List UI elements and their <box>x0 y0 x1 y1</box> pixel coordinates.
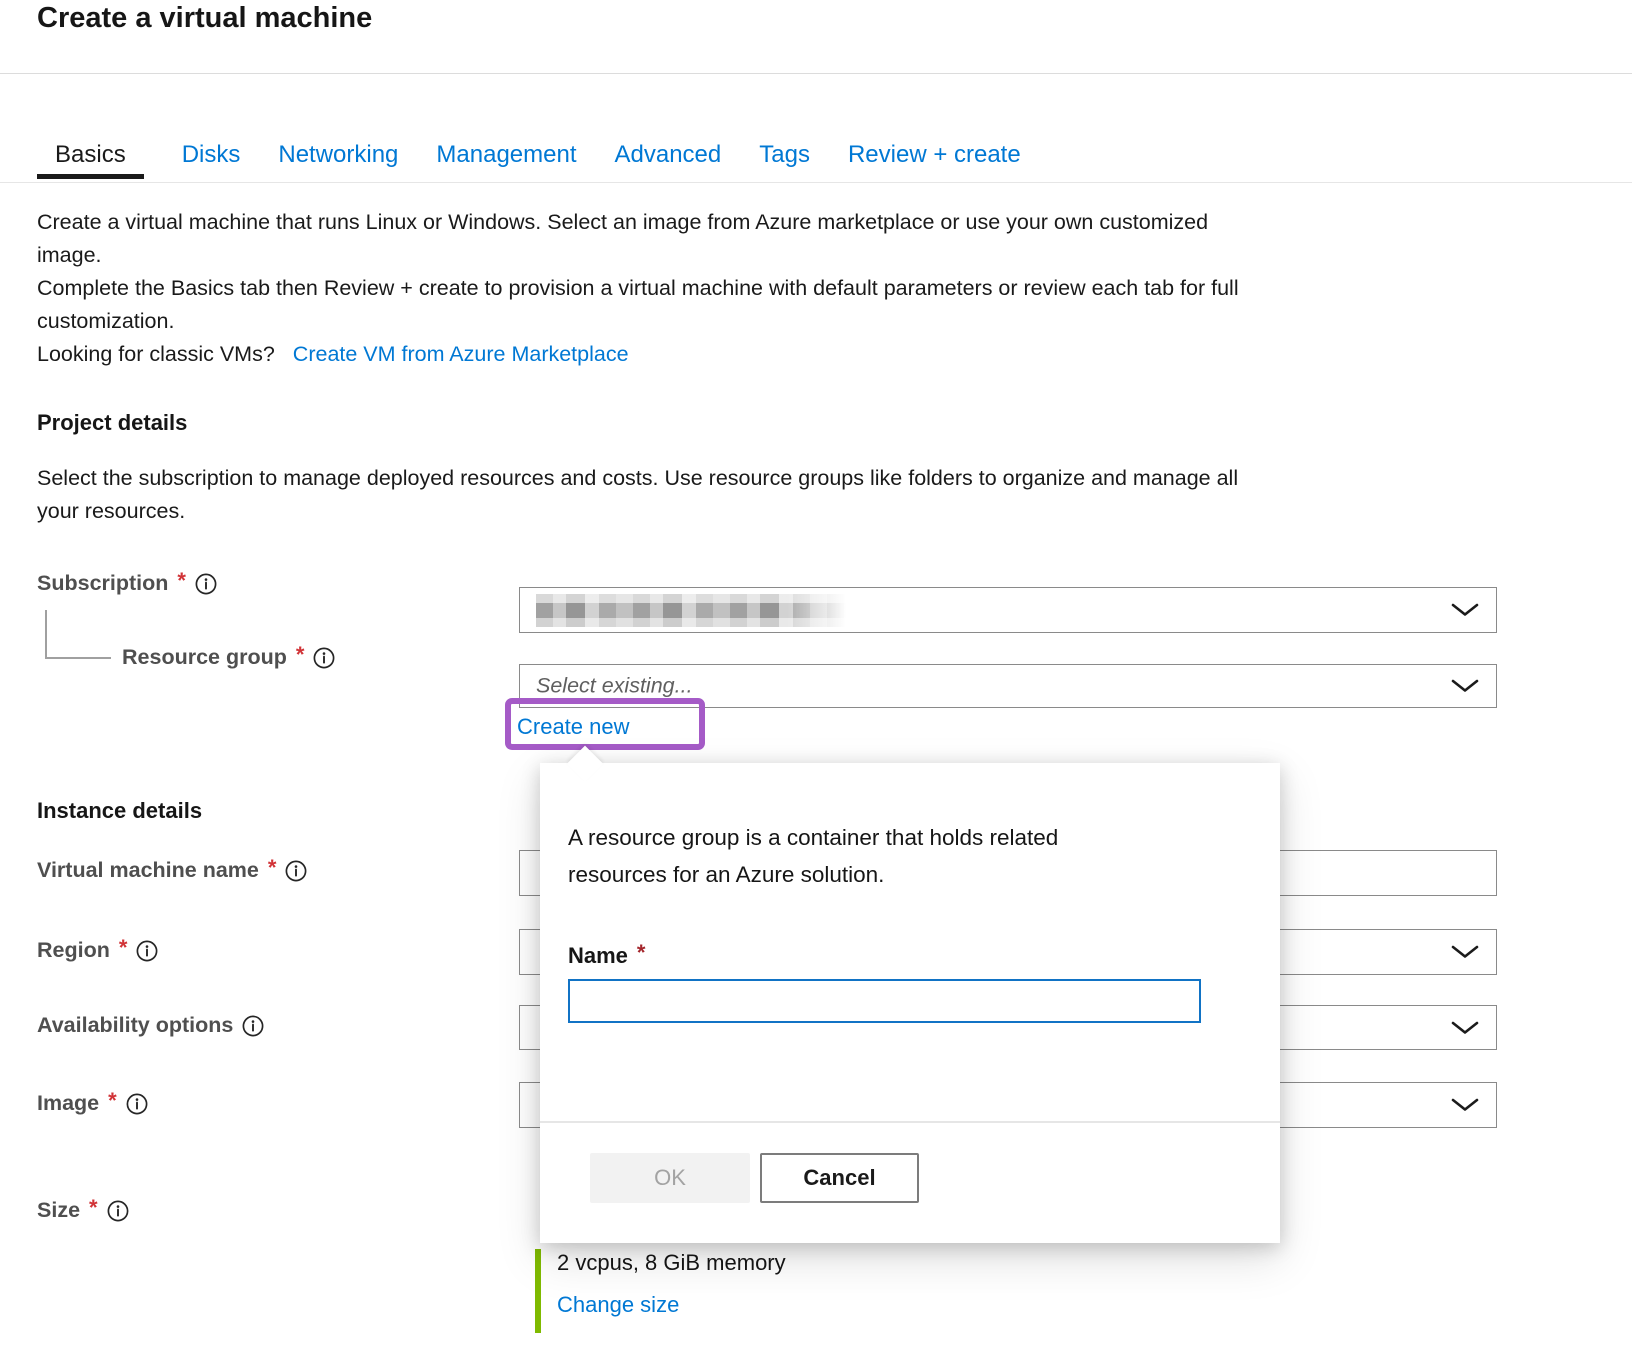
tab-basics[interactable]: Basics <box>37 140 144 170</box>
image-label-row: Image * <box>37 1090 148 1117</box>
size-specs-text: 2 vcpus, 8 GiB memory <box>557 1250 786 1276</box>
annotation-highlight-box <box>505 698 705 750</box>
tab-review-create[interactable]: Review + create <box>848 140 1021 170</box>
hierarchy-connector-vertical <box>45 610 47 658</box>
chevron-down-icon <box>1450 1020 1480 1036</box>
chevron-down-icon <box>1450 1097 1480 1113</box>
header-divider <box>0 73 1632 74</box>
create-vm-marketplace-link[interactable]: Create VM from Azure Marketplace <box>293 342 629 367</box>
required-marker: * <box>637 940 646 966</box>
dialog-name-input[interactable] <box>568 979 1201 1023</box>
required-marker: * <box>119 935 128 961</box>
resource-group-placeholder: Select existing... <box>536 674 693 699</box>
dialog-description: A resource group is a container that hol… <box>568 819 1208 893</box>
info-icon[interactable] <box>285 860 307 882</box>
tab-disks[interactable]: Disks <box>182 140 241 170</box>
image-label: Image <box>37 1091 99 1116</box>
tab-tags[interactable]: Tags <box>759 140 810 170</box>
required-marker: * <box>177 568 186 594</box>
subscription-value-redacted <box>536 594 866 627</box>
info-icon[interactable] <box>313 647 335 669</box>
project-details-description: Select the subscription to manage deploy… <box>37 462 1577 528</box>
vm-name-label-row: Virtual machine name * <box>37 857 307 884</box>
cancel-button[interactable]: Cancel <box>760 1153 919 1203</box>
create-resource-group-dialog: A resource group is a container that hol… <box>540 763 1280 1243</box>
size-selection-accent-bar <box>535 1249 541 1333</box>
project-details-heading: Project details <box>37 410 187 436</box>
dialog-name-label-row: Name * <box>568 943 645 969</box>
info-icon[interactable] <box>107 1200 129 1222</box>
region-label: Region <box>37 938 110 963</box>
create-vm-page: Create a virtual machine Basics Disks Ne… <box>0 0 1632 1368</box>
dialog-name-label: Name <box>568 943 628 969</box>
size-label-row: Size * <box>37 1197 129 1224</box>
required-marker: * <box>89 1195 98 1221</box>
classic-vms-row: Looking for classic VMs? Create VM from … <box>37 338 629 371</box>
size-label: Size <box>37 1198 80 1223</box>
change-size-link[interactable]: Change size <box>557 1292 679 1318</box>
intro-text: Create a virtual machine that runs Linux… <box>37 206 1577 338</box>
availability-label-row: Availability options <box>37 1012 264 1039</box>
subscription-label: Subscription <box>37 571 168 596</box>
tab-bar: Basics Disks Networking Management Advan… <box>37 140 1021 184</box>
vm-name-label: Virtual machine name <box>37 858 259 883</box>
subscription-label-row: Subscription * <box>37 570 217 597</box>
tab-networking[interactable]: Networking <box>278 140 398 170</box>
classic-vms-prompt: Looking for classic VMs? <box>37 342 275 367</box>
page-title: Create a virtual machine <box>37 2 372 35</box>
tab-management[interactable]: Management <box>436 140 576 170</box>
chevron-down-icon <box>1450 678 1480 694</box>
dialog-caret <box>567 746 604 783</box>
resource-group-label-row: Resource group * <box>122 644 335 671</box>
info-icon[interactable] <box>242 1015 264 1037</box>
info-icon[interactable] <box>195 573 217 595</box>
required-marker: * <box>268 855 277 881</box>
region-label-row: Region * <box>37 937 158 964</box>
instance-details-heading: Instance details <box>37 798 202 824</box>
info-icon[interactable] <box>136 940 158 962</box>
tab-advanced[interactable]: Advanced <box>615 140 722 170</box>
dialog-divider <box>540 1121 1280 1123</box>
hierarchy-connector-horizontal <box>45 657 111 659</box>
required-marker: * <box>108 1088 117 1114</box>
ok-button[interactable]: OK <box>590 1153 750 1203</box>
required-marker: * <box>296 642 305 668</box>
chevron-down-icon <box>1450 944 1480 960</box>
subscription-dropdown[interactable] <box>519 587 1497 633</box>
info-icon[interactable] <box>126 1093 148 1115</box>
resource-group-label: Resource group <box>122 645 287 670</box>
chevron-down-icon <box>1450 602 1480 618</box>
availability-options-label: Availability options <box>37 1013 233 1038</box>
